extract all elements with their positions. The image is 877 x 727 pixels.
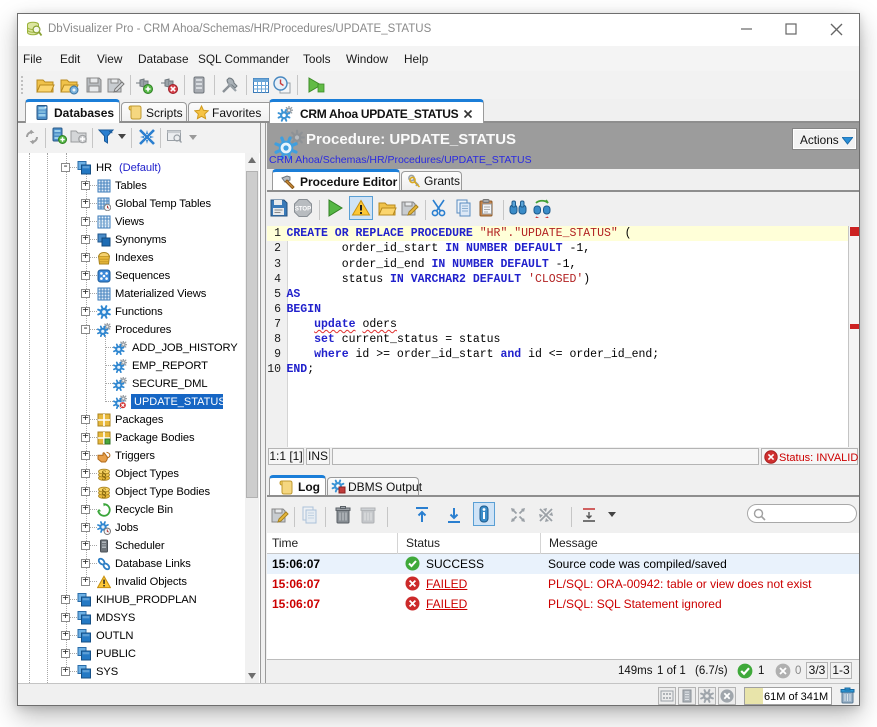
svg-text:STOP: STOP: [295, 207, 311, 213]
